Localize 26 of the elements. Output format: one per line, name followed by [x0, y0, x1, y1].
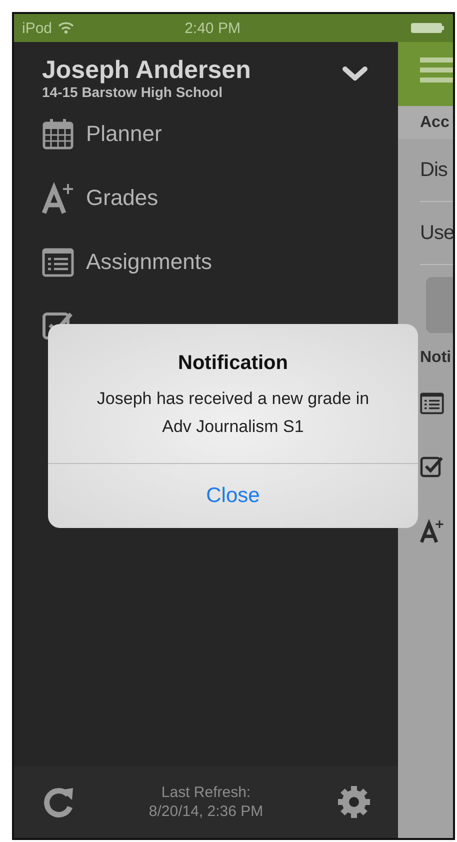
calendar-icon[interactable] [42, 118, 74, 150]
school-name: 14-15 Barstow High School [42, 84, 224, 100]
dialog-message: Joseph has received a new grade in Adv Journalism S1 [96, 388, 370, 438]
status-time: 2:40 PM [184, 20, 242, 36]
section-heading: Acc [420, 114, 450, 132]
menu-item[interactable]: Grades [86, 185, 158, 211]
carrier-label: iPod [22, 20, 52, 36]
settings-icon[interactable] [336, 784, 372, 820]
checkbox-icon [420, 455, 444, 479]
section-heading: Noti [420, 349, 452, 366]
user-name: Joseph Andersen [42, 56, 252, 84]
menu-item[interactable]: Planner [86, 121, 162, 147]
grade-a-plus-icon [420, 519, 444, 543]
dialog-title: Notification [178, 352, 288, 375]
wifi-icon [58, 22, 74, 34]
chevron-down-icon[interactable] [342, 66, 368, 82]
menu-item[interactable]: Assignments [86, 249, 212, 275]
settings-row-label[interactable]: Use [420, 222, 453, 244]
grade-a-plus-icon[interactable] [42, 182, 74, 214]
list-icon[interactable] [42, 246, 74, 278]
settings-row-label[interactable]: Dis [420, 158, 448, 182]
last-refresh-time: 8/20/14, 2:36 PM [148, 802, 264, 821]
battery-icon [411, 22, 445, 34]
last-refresh-label: Last Refresh: [161, 783, 251, 802]
refresh-icon[interactable] [42, 785, 76, 819]
list-icon [420, 391, 444, 415]
